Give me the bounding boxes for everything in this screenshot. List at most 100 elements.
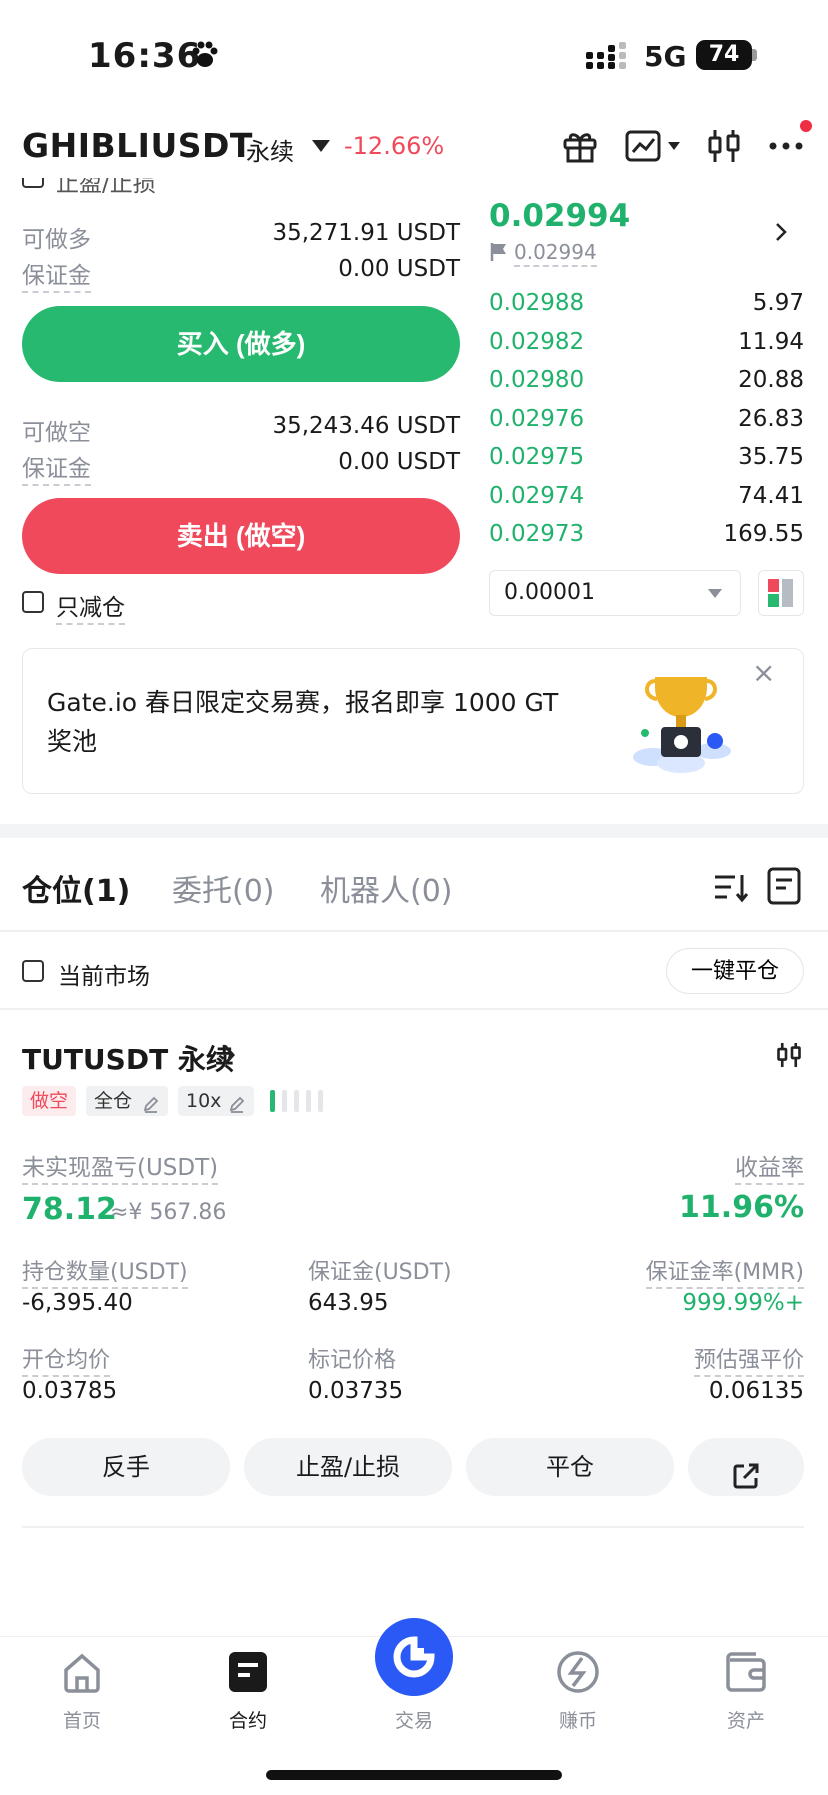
position-chart-icon[interactable] xyxy=(774,1040,804,1070)
tp-sl-button[interactable]: 止盈/止损 xyxy=(244,1438,452,1496)
position-title[interactable]: TUTUSDT 永续 xyxy=(22,1038,234,1078)
leverage-tag[interactable]: 10x xyxy=(178,1086,254,1116)
chart-dropdown-icon[interactable] xyxy=(668,142,680,150)
close-position-button[interactable]: 平仓 xyxy=(466,1438,674,1496)
share-button[interactable] xyxy=(688,1438,804,1496)
orderbook-price[interactable]: 0.02975 xyxy=(489,444,584,470)
reverse-button[interactable]: 反手 xyxy=(22,1438,230,1496)
side-tag: 做空 xyxy=(22,1086,77,1116)
orderbook-size[interactable]: 5.97 xyxy=(650,290,804,316)
short-available-value: 35,243.46 USDT xyxy=(272,413,460,439)
orderbook-layout-button[interactable] xyxy=(758,570,804,616)
last-price: 0.02994 xyxy=(489,198,631,234)
margin-mode-label: 全仓 xyxy=(94,1090,133,1112)
orderbook-price[interactable]: 0.02982 xyxy=(489,329,584,355)
orderbook-size[interactable]: 26.83 xyxy=(650,406,804,432)
orderbook-price[interactable]: 0.02980 xyxy=(489,367,584,393)
chart-icon[interactable] xyxy=(624,126,664,166)
promo-banner[interactable]: Gate.io 春日限定交易赛，报名即享 1000 GT 奖池 xyxy=(22,648,804,794)
wallet-icon[interactable] xyxy=(722,1648,770,1696)
tp-sl-row[interactable]: 止盈/止损 xyxy=(22,178,322,200)
trade-icon[interactable] xyxy=(375,1618,453,1696)
notification-dot xyxy=(800,120,812,132)
edit-icon xyxy=(228,1092,246,1113)
nav-assets-label[interactable]: 资产 xyxy=(696,1706,796,1733)
nav-contract-label[interactable]: 合约 xyxy=(198,1706,298,1733)
orderbook-price[interactable]: 0.02974 xyxy=(489,483,584,509)
tp-sl-label: 止盈/止损 xyxy=(56,178,156,197)
tp-sl-checkbox[interactable] xyxy=(22,178,44,188)
margin-label: 保证金(USDT) xyxy=(308,1260,452,1285)
nav-earn-label[interactable]: 赚币 xyxy=(528,1706,628,1733)
orderbook-price[interactable]: 0.02976 xyxy=(489,406,584,432)
orderbook-price[interactable]: 0.02973 xyxy=(489,521,584,547)
tab-orders[interactable]: 委托(0) xyxy=(172,866,275,910)
long-available-label: 可做多 xyxy=(22,227,91,253)
contract-type[interactable]: 永续 xyxy=(246,132,294,167)
status-time: 16:36 xyxy=(88,36,202,76)
orderbook-size[interactable]: 74.41 xyxy=(650,483,804,509)
mark-value: 0.03735 xyxy=(308,1378,404,1404)
symbol-title[interactable]: GHIBLIUSDT xyxy=(22,126,253,165)
network-type: 5G xyxy=(644,40,687,73)
symbol-dropdown-icon[interactable] xyxy=(312,140,330,152)
gift-icon[interactable] xyxy=(560,126,600,166)
close-all-button[interactable]: 一键平仓 xyxy=(666,948,804,994)
chevron-down-icon xyxy=(708,589,722,598)
nav-trade-label[interactable]: 交易 xyxy=(364,1706,464,1733)
buy-long-button[interactable]: 买入 (做多) xyxy=(22,306,460,382)
orderbook-size[interactable]: 169.55 xyxy=(650,521,804,547)
long-available-value: 35,271.91 USDT xyxy=(272,220,460,246)
long-margin-value: 0.00 USDT xyxy=(338,256,460,282)
position-chevron-icon[interactable] xyxy=(222,1044,236,1066)
size-value: -6,395.40 xyxy=(22,1290,133,1316)
edit-icon xyxy=(142,1092,160,1113)
long-margin-label[interactable]: 保证金 xyxy=(22,256,91,293)
tick-size-select[interactable]: 0.00001 xyxy=(489,570,741,616)
records-icon[interactable] xyxy=(766,866,804,906)
pnl-label[interactable]: 未实现盈亏(USDT) xyxy=(22,1148,219,1185)
sort-icon[interactable] xyxy=(712,870,750,906)
banner-text: Gate.io 春日限定交易赛，报名即享 1000 GT 奖池 xyxy=(47,688,559,756)
home-indicator xyxy=(266,1770,562,1780)
earn-icon[interactable] xyxy=(554,1648,602,1696)
liq-label[interactable]: 预估强平价 xyxy=(693,1342,804,1377)
nav-home-label[interactable]: 首页 xyxy=(32,1706,132,1733)
sell-short-button[interactable]: 卖出 (做空) xyxy=(22,498,460,574)
paw-icon xyxy=(190,40,220,70)
home-icon[interactable] xyxy=(58,1648,106,1696)
reduce-only-checkbox[interactable] xyxy=(22,591,44,613)
size-label[interactable]: 持仓数量(USDT) xyxy=(22,1254,188,1289)
battery-tip xyxy=(752,49,757,61)
reduce-only-label[interactable]: 只减仓 xyxy=(56,588,125,625)
roe-label[interactable]: 收益率 xyxy=(735,1148,804,1185)
more-icon[interactable] xyxy=(766,126,806,166)
flag-icon xyxy=(490,242,508,262)
filter-divider xyxy=(0,1008,828,1010)
current-market-label[interactable]: 当前市场 xyxy=(58,957,150,991)
orderbook-size[interactable]: 35.75 xyxy=(650,444,804,470)
liq-value: 0.06135 xyxy=(708,1378,804,1404)
signal-icon xyxy=(586,42,630,70)
orderbook-expand-icon[interactable] xyxy=(774,222,788,242)
orderbook-size[interactable]: 20.88 xyxy=(650,367,804,393)
mark-label: 标记价格 xyxy=(308,1348,397,1373)
entry-label[interactable]: 开仓均价 xyxy=(22,1342,111,1377)
orderbook-price[interactable]: 0.02988 xyxy=(489,290,584,316)
margin-mode-tag[interactable]: 全仓 xyxy=(86,1086,168,1116)
mark-price[interactable]: 0.02994 xyxy=(514,240,597,267)
tab-positions[interactable]: 仓位(1) xyxy=(22,866,130,910)
candlestick-icon[interactable] xyxy=(704,126,744,166)
orderbook-size[interactable]: 11.94 xyxy=(650,329,804,355)
banner-close-icon[interactable]: × xyxy=(752,656,775,689)
current-market-checkbox[interactable] xyxy=(22,960,44,982)
short-margin-label[interactable]: 保证金 xyxy=(22,449,91,486)
pnl-cny: ≈¥ 567.86 xyxy=(110,1200,227,1225)
leverage-label: 10x xyxy=(186,1090,222,1112)
trophy-icon xyxy=(623,669,743,779)
contract-icon[interactable] xyxy=(224,1648,272,1696)
short-margin-value: 0.00 USDT xyxy=(338,449,460,475)
tab-bots[interactable]: 机器人(0) xyxy=(320,866,453,910)
section-divider xyxy=(0,824,828,838)
mmr-label[interactable]: 保证金率(MMR) xyxy=(645,1254,804,1289)
